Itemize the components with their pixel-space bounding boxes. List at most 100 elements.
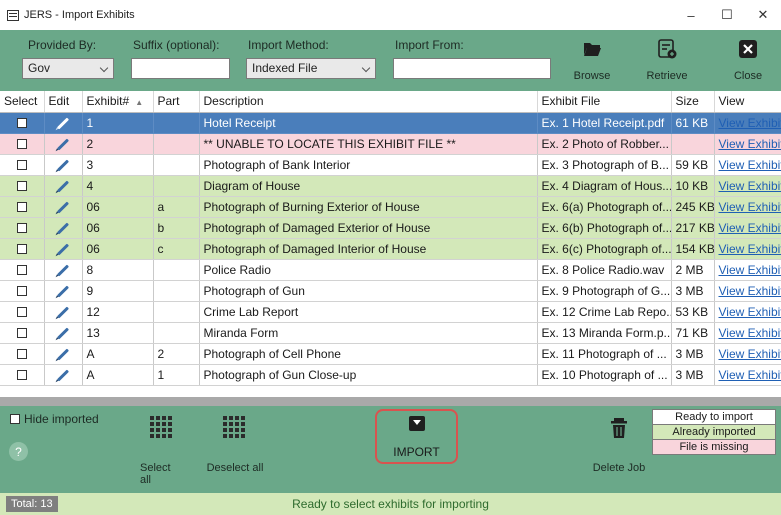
edit-cell[interactable]: [44, 217, 83, 239]
view-exhibit-link[interactable]: View Exhibit: [719, 242, 781, 256]
view-exhibit-link[interactable]: View Exhibit: [719, 368, 781, 382]
row-checkbox[interactable]: [16, 349, 27, 360]
column-header-size[interactable]: Size: [671, 91, 715, 113]
pencil-icon[interactable]: [56, 369, 70, 382]
select-cell[interactable]: [0, 343, 45, 365]
row-checkbox[interactable]: [16, 307, 27, 318]
view-exhibit-link[interactable]: View Exhibit: [719, 284, 781, 298]
column-header-description[interactable]: Description: [199, 91, 538, 113]
row-checkbox[interactable]: [16, 328, 27, 339]
close-button[interactable]: Close: [724, 34, 772, 88]
edit-cell[interactable]: [44, 133, 83, 155]
column-header-edit[interactable]: Edit: [44, 91, 83, 113]
pencil-icon[interactable]: [56, 327, 70, 340]
select-cell[interactable]: [0, 196, 45, 218]
help-button[interactable]: ?: [9, 442, 28, 461]
view-exhibit-link[interactable]: View Exhibit: [719, 326, 781, 340]
view-exhibit-link[interactable]: View Exhibit: [719, 116, 781, 130]
table-row[interactable]: 06 b Photograph of Damaged Exterior of Hou…: [0, 217, 781, 239]
view-exhibit-link[interactable]: View Exhibit: [719, 200, 781, 214]
view-exhibit-link[interactable]: View Exhibit: [719, 347, 781, 361]
select-cell[interactable]: [0, 301, 45, 323]
select-cell[interactable]: [0, 280, 45, 302]
pencil-icon[interactable]: [56, 159, 70, 172]
select-cell[interactable]: [0, 217, 45, 239]
row-checkbox[interactable]: [16, 370, 27, 381]
select-cell[interactable]: [0, 175, 45, 197]
column-header-exhibit[interactable]: Exhibit# ▲: [82, 91, 154, 113]
column-header-select[interactable]: Select: [0, 91, 45, 113]
select-cell[interactable]: [0, 112, 45, 134]
pencil-icon[interactable]: [56, 138, 70, 151]
import-button[interactable]: IMPORT: [375, 409, 458, 464]
view-exhibit-link[interactable]: View Exhibit: [719, 179, 781, 193]
edit-cell[interactable]: [44, 238, 83, 260]
edit-cell[interactable]: [44, 112, 83, 134]
table-row[interactable]: 13 Miranda Form Ex. 13 Miranda Form.p... 71…: [0, 322, 781, 344]
column-header-exhibit-file[interactable]: Exhibit File: [537, 91, 672, 113]
view-exhibit-link[interactable]: View Exhibit: [719, 305, 781, 319]
row-checkbox[interactable]: [16, 265, 27, 276]
close-window-button[interactable]: ✕: [745, 0, 781, 30]
view-exhibit-link[interactable]: View Exhibit: [719, 221, 781, 235]
edit-cell[interactable]: [44, 154, 83, 176]
edit-cell[interactable]: [44, 196, 83, 218]
row-checkbox[interactable]: [16, 223, 27, 234]
select-cell[interactable]: [0, 238, 45, 260]
import-method-select[interactable]: Indexed File: [246, 58, 376, 79]
select-cell[interactable]: [0, 259, 45, 281]
table-row[interactable]: A 1 Photograph of Gun Close-up Ex. 10 Photo…: [0, 364, 781, 386]
row-checkbox[interactable]: [16, 286, 27, 297]
table-row[interactable]: 06 c Photograph of Damaged Interior of Hou…: [0, 238, 781, 260]
pencil-icon[interactable]: [56, 117, 70, 130]
delete-job-button[interactable]: Delete Job: [588, 416, 650, 474]
table-row[interactable]: 06 a Photograph of Burning Exterior of Hou…: [0, 196, 781, 218]
row-checkbox[interactable]: [16, 139, 27, 150]
pencil-icon[interactable]: [56, 306, 70, 319]
edit-cell[interactable]: [44, 364, 83, 386]
pencil-icon[interactable]: [56, 348, 70, 361]
pencil-icon[interactable]: [56, 243, 70, 256]
edit-cell[interactable]: [44, 322, 83, 344]
table-row[interactable]: 12 Crime Lab Report Ex. 12 Crime Lab Repo.…: [0, 301, 781, 323]
edit-cell[interactable]: [44, 301, 83, 323]
view-exhibit-link[interactable]: View Exhibit: [719, 158, 781, 172]
row-checkbox[interactable]: [16, 160, 27, 171]
row-checkbox[interactable]: [16, 202, 27, 213]
pencil-icon[interactable]: [56, 180, 70, 193]
row-checkbox[interactable]: [16, 118, 27, 129]
row-checkbox[interactable]: [16, 181, 27, 192]
provided-by-select[interactable]: Gov: [22, 58, 114, 79]
hide-imported-checkbox[interactable]: Hide imported: [10, 412, 99, 426]
table-row[interactable]: 3 Photograph of Bank Interior Ex. 3 Photog…: [0, 154, 781, 176]
column-header-part[interactable]: Part: [153, 91, 200, 113]
retrieve-button[interactable]: Retrieve: [643, 34, 691, 88]
pencil-icon[interactable]: [56, 264, 70, 277]
select-all-button[interactable]: Select all: [140, 416, 184, 486]
table-row[interactable]: 1 Hotel Receipt Ex. 1 Hotel Receipt.pdf 61 …: [0, 112, 781, 134]
table-row[interactable]: A 2 Photograph of Cell Phone Ex. 11 Photogr…: [0, 343, 781, 365]
column-header-view[interactable]: View: [714, 91, 781, 113]
table-row[interactable]: 2 ** UNABLE TO LOCATE THIS EXHIBIT FILE *…: [0, 133, 781, 155]
edit-cell[interactable]: [44, 259, 83, 281]
table-row[interactable]: 9 Photograph of Gun Ex. 9 Photograph of G.…: [0, 280, 781, 302]
suffix-input[interactable]: [131, 58, 230, 79]
select-cell[interactable]: [0, 364, 45, 386]
pencil-icon[interactable]: [56, 285, 70, 298]
minimize-button[interactable]: –: [673, 0, 709, 30]
import-from-input[interactable]: [393, 58, 551, 79]
edit-cell[interactable]: [44, 343, 83, 365]
select-cell[interactable]: [0, 322, 45, 344]
pencil-icon[interactable]: [56, 222, 70, 235]
edit-cell[interactable]: [44, 280, 83, 302]
browse-button[interactable]: Browse: [568, 34, 616, 88]
pencil-icon[interactable]: [56, 201, 70, 214]
horizontal-scrollbar[interactable]: [0, 397, 781, 406]
table-row[interactable]: 4 Diagram of House Ex. 4 Diagram of Hous..…: [0, 175, 781, 197]
edit-cell[interactable]: [44, 175, 83, 197]
view-exhibit-link[interactable]: View Exhibit: [719, 137, 781, 151]
maximize-button[interactable]: ☐: [709, 0, 745, 30]
select-cell[interactable]: [0, 154, 45, 176]
row-checkbox[interactable]: [16, 244, 27, 255]
view-exhibit-link[interactable]: View Exhibit: [719, 263, 781, 277]
